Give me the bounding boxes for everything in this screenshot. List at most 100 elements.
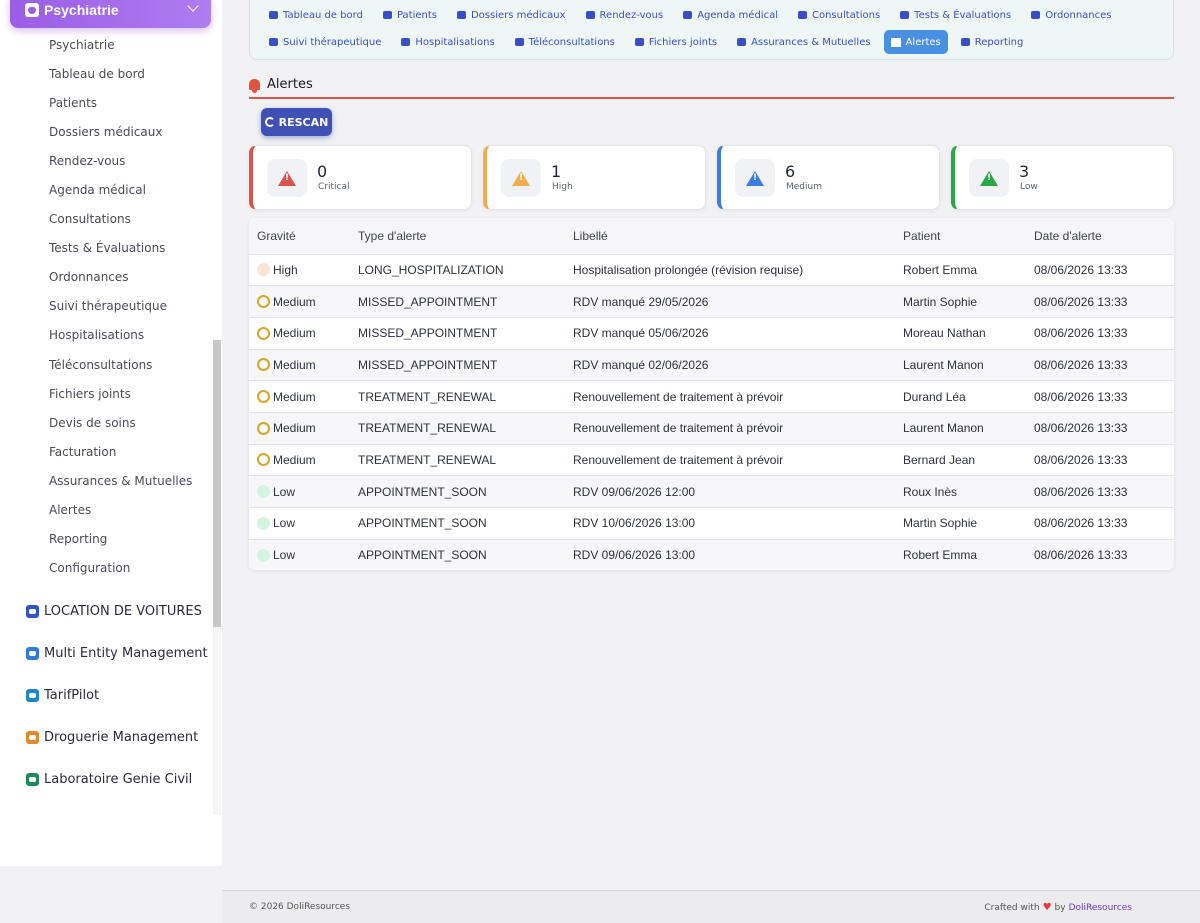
section-title-label: Alertes	[267, 77, 313, 92]
column-header-patient[interactable]: Patient	[895, 218, 1026, 254]
column-header-severity[interactable]: Gravité	[249, 218, 350, 254]
tab-label: Alertes	[905, 36, 941, 48]
car-icon	[26, 604, 39, 618]
severity-label: Medium	[273, 326, 316, 341]
severity-dot-icon	[257, 263, 270, 277]
sidebar-module-laboratoire-genie-civil[interactable]: Laboratoire Genie Civil	[0, 758, 212, 800]
sidebar-module-label: Doli Audit	[44, 814, 107, 816]
tab-label: Patients	[396, 9, 437, 21]
table-row[interactable]: Medium MISSED_APPOINTMENT RDV manqué 05/06…	[249, 317, 1174, 350]
tab-agenda-medical[interactable]: Agenda médical	[676, 3, 785, 27]
table-header-row: Gravité Type d'alerte Libellé Patient Da…	[249, 218, 1174, 254]
footer: © 2026 DoliResources Crafted with ♥ by D…	[222, 890, 1200, 923]
tab-ordonnances[interactable]: Ordonnances	[1024, 3, 1118, 27]
sidebar-scrollbar-thumb[interactable]	[213, 340, 221, 627]
sidebar: Psychiatrie Psychiatrie Tableau de bord Pa…	[0, 0, 222, 866]
sidebar-item-tableau-de-bord[interactable]: Tableau de bord	[0, 59, 210, 88]
sidebar-item-psychiatrie[interactable]: Psychiatrie	[0, 30, 210, 59]
table-row[interactable]: Low APPOINTMENT_SOON RDV 09/06/2026 13:00 R…	[249, 539, 1174, 570]
severity-dot-icon	[257, 390, 270, 404]
sidebar-modules: LOCATION DE VOITURES Multi Entity Managem…	[0, 590, 212, 815]
tab-tableau-de-bord[interactable]: Tableau de bord	[262, 3, 370, 27]
summary-card-label: Medium	[786, 182, 822, 192]
sidebar-item-fichiers-joints[interactable]: Fichiers joints	[0, 379, 210, 408]
sidebar-item-consultations[interactable]: Consultations	[0, 205, 210, 234]
sidebar-scroll-area[interactable]: Psychiatrie Psychiatrie Tableau de bord Pa…	[0, 0, 222, 815]
cell-patient: Laurent Manon	[903, 421, 984, 436]
sidebar-item-ordonnances[interactable]: Ordonnances	[0, 263, 210, 292]
prescription-icon	[1031, 11, 1041, 19]
cell-type: TREATMENT_RENEWAL	[358, 389, 497, 404]
sidebar-item-patients[interactable]: Patients	[0, 88, 210, 117]
tab-label: Tableau de bord	[283, 9, 363, 21]
sidebar-item-assurances-mutuelles[interactable]: Assurances & Mutuelles	[0, 466, 210, 495]
severity-label: Medium	[273, 389, 316, 404]
sidebar-module-droguerie-management[interactable]: Droguerie Management	[0, 716, 212, 758]
tab-teleconsultations[interactable]: Téléconsultations	[508, 30, 622, 54]
table-row[interactable]: Medium MISSED_APPOINTMENT RDV manqué 29/05…	[249, 285, 1174, 318]
store-icon	[26, 730, 39, 744]
column-header-label[interactable]: Libellé	[565, 218, 895, 254]
calendar-check-icon	[585, 11, 595, 19]
table-row[interactable]: Medium MISSED_APPOINTMENT RDV manqué 02/06…	[249, 349, 1174, 381]
tab-label: Fichiers joints	[648, 36, 718, 48]
sidebar-item-suivi-therapeutique[interactable]: Suivi thérapeutique	[0, 292, 210, 321]
cell-label: Renouvellement de traitement à prévoir	[573, 389, 784, 404]
sidebar-module-location-de-voitures[interactable]: LOCATION DE VOITURES	[0, 590, 212, 632]
sidebar-item-devis-de-soins[interactable]: Devis de soins	[0, 408, 210, 437]
tab-rendez-vous[interactable]: Rendez-vous	[579, 3, 671, 27]
table-row[interactable]: Low APPOINTMENT_SOON RDV 09/06/2026 12:00 R…	[249, 475, 1174, 508]
table-row[interactable]: Medium TREATMENT_RENEWAL Renouvellement de…	[249, 380, 1174, 413]
tab-hospitalisations[interactable]: Hospitalisations	[394, 30, 501, 54]
sidebar-item-facturation[interactable]: Facturation	[0, 437, 210, 466]
lab-icon	[26, 772, 39, 786]
calendar-icon	[683, 11, 693, 19]
sidebar-module-multi-entity-management[interactable]: Multi Entity Management	[0, 632, 212, 674]
sidebar-item-dossiers-medicaux[interactable]: Dossiers médicaux	[0, 117, 210, 146]
tab-patients[interactable]: Patients	[376, 3, 444, 27]
tab-dossiers-medicaux[interactable]: Dossiers médicaux	[450, 3, 573, 27]
sidebar-item-tests-evaluations[interactable]: Tests & Évaluations	[0, 234, 210, 263]
sidebar-item-alertes[interactable]: Alertes	[0, 496, 210, 525]
brain-icon	[25, 3, 39, 17]
column-header-type[interactable]: Type d'alerte	[350, 218, 565, 254]
module-header-psychiatrie[interactable]: Psychiatrie	[10, 0, 211, 28]
cell-patient: Martin Sophie	[903, 516, 978, 531]
severity-summary: 0Critical1High6Medium3Low	[249, 145, 1174, 210]
column-header-date[interactable]: Date d'alerte	[1026, 218, 1174, 254]
sidebar-module-doli-audit[interactable]: Doli Audit	[0, 800, 212, 815]
sidebar-item-agenda-medical[interactable]: Agenda médical	[0, 175, 210, 204]
footer-brand-link[interactable]: DoliResources	[1069, 903, 1132, 913]
folder-icon	[456, 11, 466, 19]
cell-type: MISSED_APPOINTMENT	[358, 294, 498, 309]
tab-assurances-mutuelles[interactable]: Assurances & Mutuelles	[730, 30, 878, 54]
tab-fichiers-joints[interactable]: Fichiers joints	[628, 30, 724, 54]
table-row[interactable]: Medium TREATMENT_RENEWAL Renouvellement de…	[249, 444, 1174, 476]
cell-date: 08/06/2026 13:33	[1034, 452, 1128, 467]
main-content: Tableau de bord Patients Dossiers médicaux…	[222, 0, 1200, 890]
cell-severity: Low	[249, 508, 350, 540]
cell-date: 08/06/2026 13:33	[1034, 294, 1128, 309]
sidebar-item-rendez-vous[interactable]: Rendez-vous	[0, 146, 210, 175]
sidebar-module-tarifpilot[interactable]: TarifPilot	[0, 674, 212, 716]
sidebar-item-hospitalisations[interactable]: Hospitalisations	[0, 321, 210, 350]
sidebar-scrollbar-track[interactable]	[213, 627, 221, 815]
summary-card-label: High	[552, 182, 573, 192]
sidebar-item-reporting[interactable]: Reporting	[0, 525, 210, 554]
sidebar-item-configuration[interactable]: Configuration	[0, 554, 210, 583]
chevron-down-icon[interactable]	[187, 0, 199, 12]
tab-suivi-therapeutique[interactable]: Suivi thérapeutique	[262, 30, 388, 54]
sidebar-item-teleconsultations[interactable]: Téléconsultations	[0, 350, 210, 379]
tab-consultations[interactable]: Consultations	[791, 3, 887, 27]
tab-label: Rendez-vous	[599, 9, 664, 21]
rescan-button[interactable]: RESCAN	[261, 108, 332, 136]
tab-alertes[interactable]: Alertes	[883, 30, 948, 54]
cell-label: RDV manqué 29/05/2026	[573, 294, 709, 309]
table-row[interactable]: Medium TREATMENT_RENEWAL Renouvellement de…	[249, 412, 1174, 445]
sidebar-submenu: Psychiatrie Tableau de bord Patients Dossie…	[0, 30, 210, 583]
shield-icon	[737, 38, 747, 46]
table-row[interactable]: Low APPOINTMENT_SOON RDV 10/06/2026 13:00 M…	[249, 507, 1174, 540]
tab-tests-evaluations[interactable]: Tests & Évaluations	[893, 3, 1018, 27]
table-row[interactable]: High LONG_HOSPITALIZATION Hospitalisation …	[249, 254, 1174, 286]
tab-reporting[interactable]: Reporting	[954, 30, 1031, 54]
